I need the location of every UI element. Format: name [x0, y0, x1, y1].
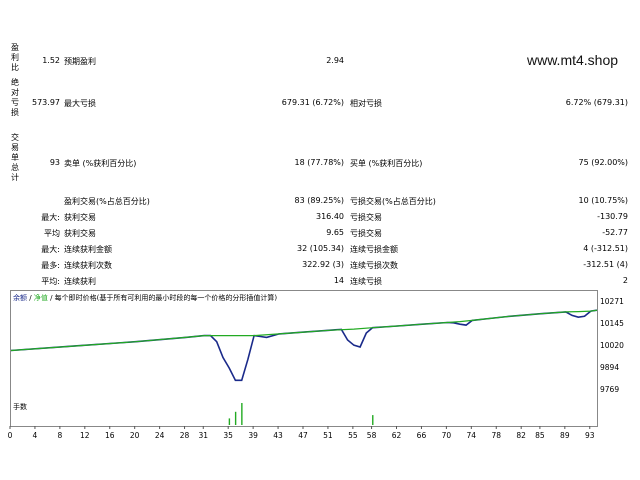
x-tick-label: 51: [323, 431, 333, 440]
volume-svg: [228, 403, 374, 425]
row-label: 最多:: [41, 261, 60, 270]
row-right-value: 10 (10.75%): [578, 196, 628, 205]
row-left-key: 连续获利金额: [64, 245, 112, 254]
x-tick-label: 20: [130, 431, 140, 440]
row-right-value: -130.79: [597, 212, 628, 221]
watermark-text: www.mt4.shop: [527, 52, 619, 68]
row-left-key: 获利交易: [64, 229, 96, 238]
series-line-balance: [11, 309, 597, 352]
row-right-key: 亏损交易: [350, 229, 382, 238]
row-left-value: 322.92 (3): [302, 260, 344, 269]
x-tick-label: 0: [8, 431, 13, 440]
row-right-key: 连续亏损金额: [350, 245, 398, 254]
balance-chart: 余额 / 净值 / 每个即时价格(基于所有可利用的最小时段的每一个价格的分形插值…: [10, 290, 598, 400]
row-left-value: 316.40: [316, 212, 344, 221]
volume-bar: [241, 403, 243, 425]
y-tick-label: 10145: [600, 319, 624, 328]
relative-drawdown-value: 6.72% (679.31): [565, 98, 628, 107]
long-trades-value: 75 (92.00%): [578, 158, 628, 167]
absolute-drawdown-value: 573.97: [32, 98, 60, 107]
row-label: 最大:: [41, 245, 60, 254]
row-left-value: 9.65: [326, 228, 344, 237]
x-tick-label: 39: [248, 431, 258, 440]
row-left-value: 32 (105.34): [297, 244, 344, 253]
short-trades-value: 18 (77.78%): [294, 158, 344, 167]
row-right-key: 亏损交易: [350, 213, 382, 222]
volume-bar: [234, 411, 237, 425]
volume-bar: [372, 415, 374, 425]
row-right-value: -312.51 (4): [583, 260, 628, 269]
x-tick-label: 31: [198, 431, 208, 440]
volume-panel: 手数: [10, 399, 598, 427]
x-tick-label: 35: [223, 431, 233, 440]
y-tick-label: 9894: [600, 363, 619, 372]
row-label: 平均: [44, 229, 60, 238]
row-left-key: 连续获利次数: [64, 261, 112, 270]
expected-payoff-value: 2.94: [326, 56, 344, 65]
row-left-key: 盈利交易(%占总百分比): [64, 197, 150, 206]
row-right-key: 连续亏损次数: [350, 261, 398, 270]
row-right-value: -52.77: [602, 228, 628, 237]
row-left-value: 14: [333, 276, 344, 285]
x-tick-label: 66: [417, 431, 427, 440]
profit-factor-value: 1.52: [42, 56, 60, 65]
row-right-value: 4 (-312.51): [583, 244, 628, 253]
short-trades-label: 卖单 (%获利百分比): [64, 159, 137, 168]
x-tick-label: 28: [180, 431, 190, 440]
row-right-key: 亏损交易(%占总百分比): [350, 197, 436, 206]
series-line-equity: [11, 309, 597, 382]
row-right-key: 连续亏损: [350, 277, 382, 286]
row-right-value: 2: [622, 276, 628, 285]
x-tick-label: 4: [33, 431, 38, 440]
row-left-key: 连续获利: [64, 277, 96, 286]
plot-svg: [11, 309, 597, 382]
y-tick-label: 10020: [600, 341, 624, 350]
total-trades-label: 交易单总计: [11, 133, 19, 182]
volume-bar: [228, 418, 231, 425]
max-drawdown-value: 679.31 (6.72%): [281, 98, 344, 107]
row-left-value: 83 (89.25%): [294, 196, 344, 205]
x-axis: 0 4 8 12 16 20 24 28 31 35 39 43 47 51 55 58 62 66 70 74 78 8…: [8, 426, 595, 440]
x-tick-label: 89: [560, 431, 570, 440]
x-tick-label: 24: [155, 431, 165, 440]
x-tick-label: 82: [516, 431, 526, 440]
max-drawdown-label: 最大亏损: [64, 99, 96, 108]
absolute-drawdown-label: 绝对亏损: [11, 78, 19, 117]
long-trades-label: 买单 (%获利百分比): [350, 159, 423, 168]
row-left-key: 获利交易: [64, 213, 96, 222]
x-tick-label: 8: [57, 431, 62, 440]
x-tick-label: 78: [491, 431, 501, 440]
x-tick-label: 16: [105, 431, 115, 440]
y-tick-label: 9769: [600, 385, 619, 394]
x-tick-label: 55: [348, 431, 358, 440]
expected-payoff-label: 预期盈利: [64, 57, 96, 66]
row-label: 最大:: [41, 213, 60, 222]
x-tick-label: 62: [392, 431, 402, 440]
x-tick-label: 70: [442, 431, 452, 440]
x-tick-label: 74: [467, 431, 477, 440]
relative-drawdown-label: 相对亏损: [350, 99, 382, 108]
x-tick-label: 43: [273, 431, 283, 440]
total-trades-value: 93: [49, 158, 60, 167]
x-tick-label: 85: [535, 431, 545, 440]
x-tick-label: 58: [367, 431, 377, 440]
row-label: 平均:: [41, 277, 60, 286]
x-tick-label: 47: [298, 431, 308, 440]
x-tick-label: 12: [80, 431, 90, 440]
y-axis: 10271 10145 10020 9894 9769: [600, 297, 624, 394]
x-tick-label: 93: [585, 431, 595, 440]
y-tick-label: 10271: [600, 297, 624, 306]
profit-factor-label: 盈利比: [11, 43, 19, 72]
